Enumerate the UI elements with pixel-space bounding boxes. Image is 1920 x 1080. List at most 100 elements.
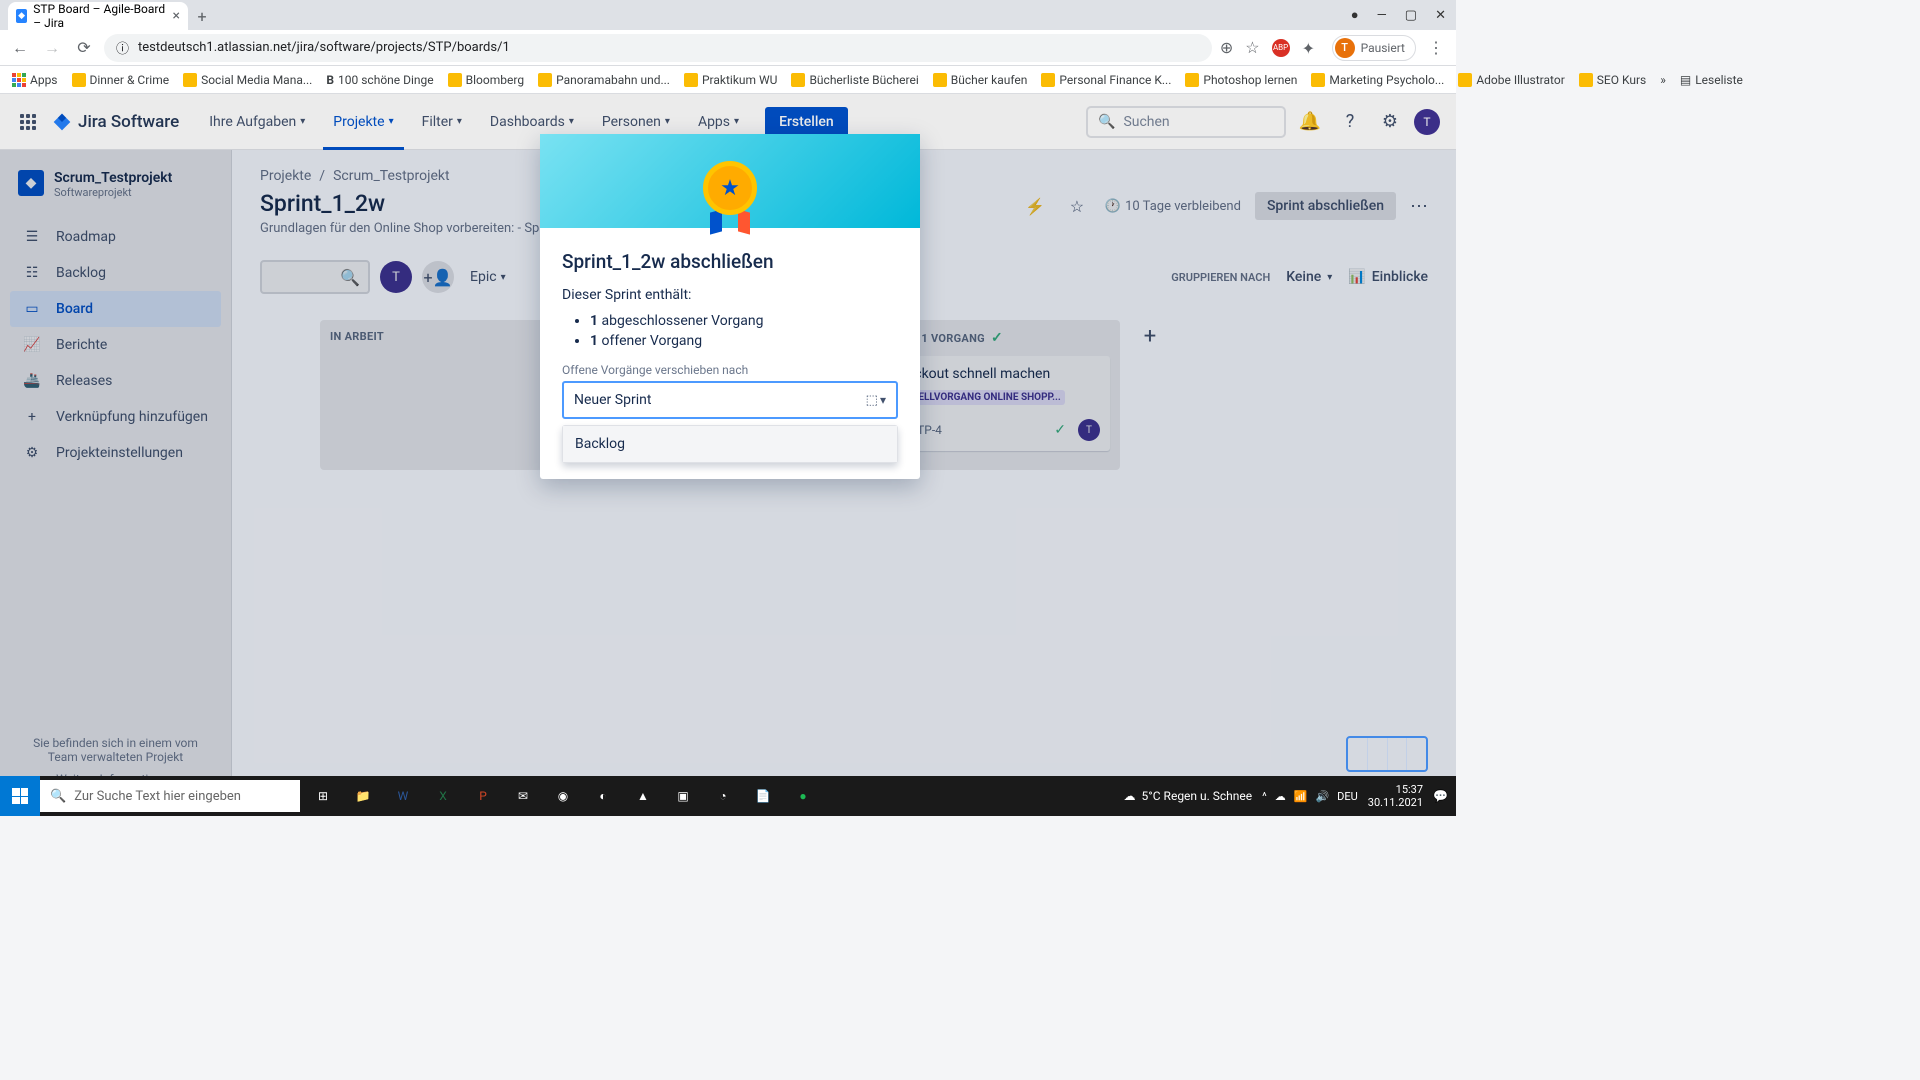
windows-taskbar: 🔍Zur Suche Text hier eingeben ⊞ 📁 W X P … [0, 776, 1456, 816]
notifications-icon[interactable]: 🔔 [1294, 106, 1326, 138]
profile-chip[interactable]: T Pausiert [1332, 35, 1416, 61]
task-view-icon[interactable]: ⊞ [304, 776, 342, 816]
bookmark-item[interactable]: Bloomberg [448, 73, 524, 87]
notepad-icon[interactable]: 📄 [744, 776, 782, 816]
bookmark-item[interactable]: Dinner & Crime [72, 73, 170, 87]
chevron-down-icon: ▾ [300, 116, 305, 127]
bookmark-item[interactable]: Marketing Psycholo... [1311, 73, 1444, 87]
bookmark-item[interactable]: Photoshop lernen [1185, 73, 1297, 87]
list-item: 1 offener Vorgang [590, 333, 898, 349]
reload-icon[interactable]: ⟳ [72, 36, 96, 60]
maximize-icon[interactable]: ▢ [1405, 8, 1417, 23]
nav-filters[interactable]: Filter▾ [412, 94, 472, 150]
bookmark-item[interactable]: Social Media Mana... [183, 73, 312, 87]
system-tray[interactable]: ^ ☁ 📶 🔊 DEU [1262, 790, 1358, 803]
adblock-icon[interactable]: ABP [1272, 39, 1290, 57]
nav-your-work[interactable]: Ihre Aufgaben▾ [199, 94, 315, 150]
bookmarks-bar: Apps Dinner & Crime Social Media Mana...… [0, 66, 1456, 94]
folder-icon [1458, 73, 1472, 87]
folder-icon [72, 73, 86, 87]
volume-icon[interactable]: 🔊 [1315, 790, 1329, 803]
modal-title: Sprint_1_2w abschließen [562, 250, 898, 273]
nav-projects[interactable]: Projekte▾ [323, 94, 403, 150]
forward-icon[interactable]: → [40, 36, 64, 60]
modal-hero: ★ [540, 134, 920, 228]
browser-tab-strip: ◆ STP Board – Agile-Board – Jira × + ● —… [0, 0, 1456, 30]
window-controls: ● — ▢ ✕ [1351, 0, 1456, 30]
tab-title: STP Board – Agile-Board – Jira [33, 2, 166, 30]
cursor-icon: ⬚ [866, 393, 878, 408]
chrome-menu-icon[interactable]: ⋮ [1428, 38, 1444, 57]
app-icon[interactable]: ▲ [624, 776, 662, 816]
action-center-icon[interactable]: 💬 [1433, 789, 1448, 803]
user-avatar[interactable]: T [1414, 109, 1440, 135]
modal-summary-list: 1 abgeschlossener Vorgang 1 offener Vorg… [562, 313, 898, 349]
folder-icon [933, 73, 947, 87]
bookmark-item[interactable]: B100 schöne Dinge [326, 73, 433, 87]
start-button[interactable] [0, 776, 40, 816]
bookmark-item[interactable]: Bücher kaufen [933, 73, 1028, 87]
onedrive-icon[interactable]: ☁ [1275, 790, 1286, 803]
complete-sprint-modal: ★ Sprint_1_2w abschließen Dieser Sprint … [540, 134, 920, 479]
bookmark-item[interactable]: SEO Kurs [1579, 73, 1646, 87]
jira-favicon: ◆ [16, 9, 27, 23]
bookmark-item[interactable]: Panoramabahn und... [538, 73, 670, 87]
browser-tab[interactable]: ◆ STP Board – Agile-Board – Jira × [8, 2, 188, 30]
list-item: 1 abgeschlossener Vorgang [590, 313, 898, 329]
app-icon[interactable]: ▣ [664, 776, 702, 816]
jira-logo-icon [52, 112, 72, 132]
bookmark-item[interactable]: Adobe Illustrator [1458, 73, 1564, 87]
back-icon[interactable]: ← [8, 36, 32, 60]
help-icon[interactable]: ? [1334, 106, 1366, 138]
move-to-select[interactable]: Neuer Sprint ⬚▾ [562, 381, 898, 419]
mail-icon[interactable]: ✉ [504, 776, 542, 816]
app-switcher-icon[interactable] [16, 110, 40, 134]
taskbar-search[interactable]: 🔍Zur Suche Text hier eingeben [40, 780, 300, 812]
new-tab-button[interactable]: + [188, 2, 216, 30]
site-info-icon[interactable]: ⓘ [116, 41, 130, 55]
extensions-icon[interactable]: ✦ [1302, 39, 1320, 57]
folder-icon [448, 73, 462, 87]
create-button[interactable]: Erstellen [765, 107, 848, 137]
reading-list-button[interactable]: ▤Leseliste [1680, 73, 1743, 87]
close-window-icon[interactable]: ✕ [1435, 8, 1446, 23]
url-field[interactable]: ⓘ testdeutsch1.atlassian.net/jira/softwa… [104, 34, 1212, 62]
excel-icon[interactable]: X [424, 776, 462, 816]
chevron-down-icon: ▾ [457, 116, 462, 127]
minimize-icon[interactable]: — [1377, 8, 1387, 23]
edge-icon[interactable]: ◔ [704, 776, 742, 816]
explorer-icon[interactable]: 📁 [344, 776, 382, 816]
bookmark-apps[interactable]: Apps [12, 73, 58, 87]
taskbar-weather[interactable]: ☁5°C Regen u. Schnee [1124, 789, 1253, 803]
chevron-down-icon: ▾ [734, 116, 739, 127]
account-dot-icon[interactable]: ● [1351, 7, 1359, 23]
bookmark-item[interactable]: Bücherliste Bücherei [791, 73, 918, 87]
close-tab-icon[interactable]: × [173, 8, 180, 24]
word-icon[interactable]: W [384, 776, 422, 816]
medal-illustration: ★ [698, 161, 762, 225]
select-dropdown: Backlog [562, 425, 898, 463]
folder-icon [183, 73, 197, 87]
wifi-icon[interactable]: 📶 [1294, 790, 1308, 803]
bookmark-item[interactable]: Personal Finance K... [1041, 73, 1171, 87]
star-icon[interactable]: ☆ [1245, 38, 1259, 57]
tray-chevron-icon[interactable]: ^ [1262, 790, 1267, 803]
search-icon: 🔍 [50, 789, 66, 804]
profile-avatar: T [1335, 38, 1355, 58]
global-search[interactable]: 🔍Suchen [1086, 106, 1286, 138]
option-backlog[interactable]: Backlog [563, 426, 897, 462]
obs-icon[interactable]: ◐ [584, 776, 622, 816]
spotify-icon[interactable]: ● [784, 776, 822, 816]
powerpoint-icon[interactable]: P [464, 776, 502, 816]
folder-icon [791, 73, 805, 87]
settings-icon[interactable]: ⚙ [1374, 106, 1406, 138]
language-indicator[interactable]: DEU [1337, 790, 1358, 803]
taskbar-clock[interactable]: 15:37 30.11.2021 [1368, 783, 1423, 809]
bookmark-item[interactable]: Praktikum WU [684, 73, 777, 87]
bookmarks-overflow-icon[interactable]: » [1660, 73, 1666, 87]
zoom-icon[interactable]: ⊕ [1220, 38, 1233, 57]
chevron-down-icon: ▾ [389, 116, 394, 127]
profile-status: Pausiert [1361, 41, 1405, 55]
jira-logo[interactable]: Jira Software [52, 112, 179, 132]
chrome-icon[interactable]: ◉ [544, 776, 582, 816]
